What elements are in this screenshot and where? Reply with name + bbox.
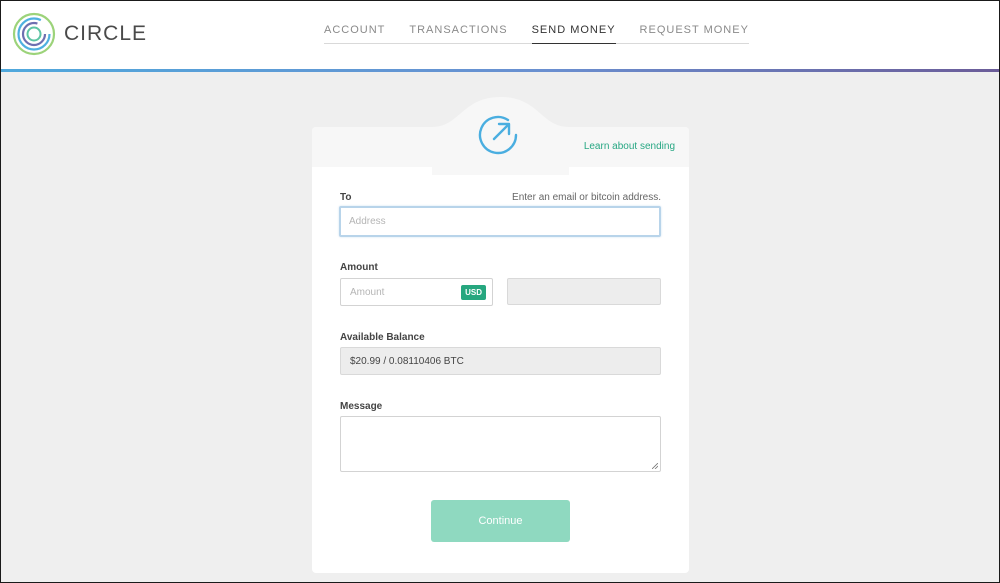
message-label: Message xyxy=(340,401,383,412)
nav-account[interactable]: ACCOUNT xyxy=(324,24,385,43)
header-accent-bar xyxy=(0,69,1000,72)
top-header: CIRCLE ACCOUNT TRANSACTIONS SEND MONEY R… xyxy=(0,0,1000,70)
brand-name: CIRCLE xyxy=(64,22,148,45)
address-placeholder: Address xyxy=(349,216,386,227)
nav-send-money[interactable]: SEND MONEY xyxy=(531,24,616,44)
available-balance-field: $20.99 / 0.08110406 BTC xyxy=(340,347,661,375)
amount-input[interactable]: Amount USD xyxy=(340,278,493,306)
currency-toggle-usd[interactable]: USD xyxy=(461,285,486,300)
send-arrow-icon xyxy=(478,115,518,155)
amount-label: Amount xyxy=(340,262,378,273)
nav-transactions[interactable]: TRANSACTIONS xyxy=(409,24,507,43)
message-textarea[interactable] xyxy=(340,416,661,472)
amount-placeholder: Amount xyxy=(350,286,385,298)
main-nav: ACCOUNT TRANSACTIONS SEND MONEY REQUEST … xyxy=(324,24,749,44)
to-label: To xyxy=(340,192,352,203)
address-input[interactable]: Address xyxy=(339,206,661,237)
available-balance-value: $20.99 / 0.08110406 BTC xyxy=(350,355,464,367)
send-money-card: Learn about sending To Enter an email or… xyxy=(312,97,689,573)
converted-amount-field xyxy=(507,278,661,305)
to-hint: Enter an email or bitcoin address. xyxy=(512,192,661,203)
learn-about-sending-link[interactable]: Learn about sending xyxy=(584,141,675,152)
resize-handle-icon[interactable] xyxy=(652,463,658,469)
available-balance-label: Available Balance xyxy=(340,332,425,343)
continue-button[interactable]: Continue xyxy=(431,500,570,542)
nav-request-money[interactable]: REQUEST MONEY xyxy=(640,24,749,43)
circle-logo[interactable]: CIRCLE xyxy=(12,12,147,56)
circle-rings-logo-icon xyxy=(12,12,56,56)
